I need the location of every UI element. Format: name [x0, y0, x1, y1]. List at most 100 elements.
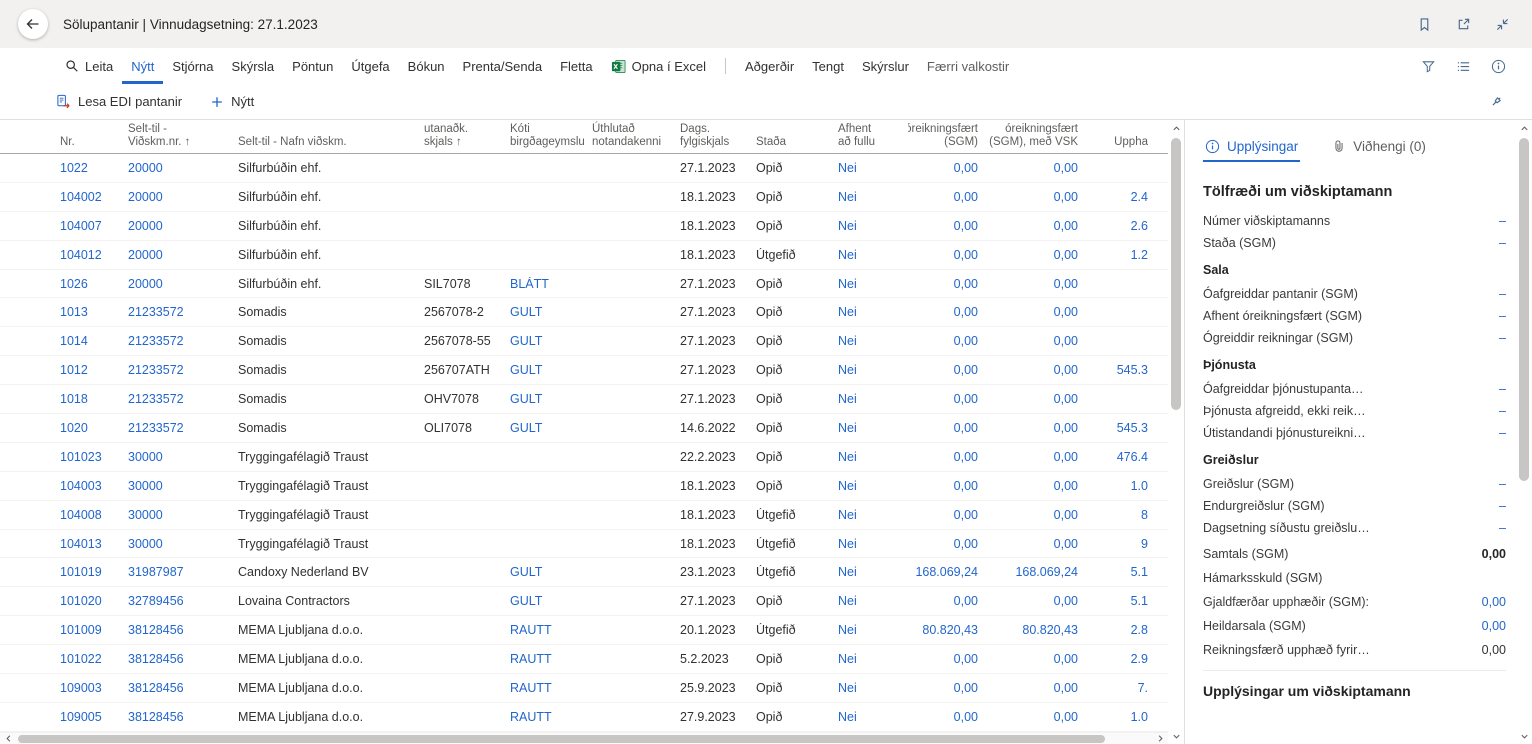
menu-item-opna-í-excel[interactable]: Opna í Excel: [602, 48, 715, 84]
cell-unbilled_vat[interactable]: 0,00: [986, 710, 1086, 724]
cell-unbilled[interactable]: 0,00: [908, 219, 986, 233]
cell-cust_no[interactable]: 32789456: [128, 594, 238, 608]
cell-ship_complete[interactable]: Nei: [838, 421, 908, 435]
cell-ship_complete[interactable]: Nei: [838, 450, 908, 464]
scroll-down-icon[interactable]: [1172, 728, 1181, 744]
cell-amount[interactable]: 476.4: [1086, 450, 1156, 464]
cell-cust_no[interactable]: 31987987: [128, 565, 238, 579]
cell-unbilled_vat[interactable]: 168.069,24: [986, 565, 1086, 579]
factbox-field-value[interactable]: –: [1499, 286, 1506, 302]
cell-unbilled[interactable]: 0,00: [908, 450, 986, 464]
column-header-unbilled[interactable]: óreikningsfært(SGM): [908, 120, 986, 153]
factbox-field-value[interactable]: –: [1499, 476, 1506, 492]
grid-scroll-thumb[interactable]: [1171, 138, 1181, 410]
horizontal-scroll-thumb[interactable]: [18, 735, 1105, 743]
cell-koti[interactable]: GULT: [510, 565, 592, 579]
cell-unbilled_vat[interactable]: 0,00: [986, 277, 1086, 291]
cell-unbilled[interactable]: 0,00: [908, 479, 986, 493]
cell-amount[interactable]: 545.3: [1086, 421, 1156, 435]
table-row[interactable]: 10900338128456MEMA Ljubljana d.o.o.RAUTT…: [0, 674, 1168, 703]
table-row[interactable]: 10102238128456MEMA Ljubljana d.o.o.RAUTT…: [0, 645, 1168, 674]
cell-ship_complete[interactable]: Nei: [838, 334, 908, 348]
cell-ship_complete[interactable]: Nei: [838, 681, 908, 695]
factbox-scroll-up-icon[interactable]: [1520, 120, 1529, 136]
column-header-nr[interactable]: Nr.: [60, 120, 128, 153]
column-header-amount[interactable]: Uppha: [1086, 120, 1156, 153]
cell-unbilled[interactable]: 0,00: [908, 248, 986, 262]
action-nýtt[interactable]: Nýtt: [210, 94, 254, 109]
cell-koti[interactable]: GULT: [510, 305, 592, 319]
cell-amount[interactable]: 7.: [1086, 681, 1156, 695]
table-row[interactable]: 102220000Silfurbúðin ehf.27.1.2023OpiðNe…: [0, 154, 1168, 183]
cell-cust_no[interactable]: 21233572: [128, 421, 238, 435]
cell-koti[interactable]: GULT: [510, 421, 592, 435]
menu-item-aðgerðir[interactable]: Aðgerðir: [736, 48, 803, 84]
factbox-field-value[interactable]: –: [1499, 403, 1506, 419]
cell-amount[interactable]: 545.3: [1086, 363, 1156, 377]
cell-ship_complete[interactable]: Nei: [838, 392, 908, 406]
factbox-field-value[interactable]: –: [1499, 498, 1506, 514]
cell-unbilled_vat[interactable]: 0,00: [986, 392, 1086, 406]
cell-unbilled[interactable]: 0,00: [908, 363, 986, 377]
cell-unbilled[interactable]: 0,00: [908, 421, 986, 435]
cell-ship_complete[interactable]: Nei: [838, 248, 908, 262]
cell-cust_no[interactable]: 38128456: [128, 681, 238, 695]
cell-unbilled[interactable]: 0,00: [908, 334, 986, 348]
cell-cust_no[interactable]: 20000: [128, 161, 238, 175]
cell-cust_no[interactable]: 30000: [128, 450, 238, 464]
table-row[interactable]: 101821233572SomadisOHV7078GULT27.1.2023O…: [0, 385, 1168, 414]
cell-amount[interactable]: 2.9: [1086, 652, 1156, 666]
collapse-button[interactable]: [1495, 17, 1510, 32]
cell-ship_complete[interactable]: Nei: [838, 305, 908, 319]
cell-unbilled_vat[interactable]: 0,00: [986, 363, 1086, 377]
cell-cust_no[interactable]: 21233572: [128, 334, 238, 348]
menu-item-nýtt[interactable]: Nýtt: [122, 48, 163, 84]
cell-ship_complete[interactable]: Nei: [838, 508, 908, 522]
cell-nr[interactable]: 101019: [60, 565, 128, 579]
cell-amount[interactable]: 1.2: [1086, 248, 1156, 262]
scroll-up-icon[interactable]: [1172, 120, 1181, 136]
cell-koti[interactable]: RAUTT: [510, 652, 592, 666]
table-row[interactable]: 10102032789456Lovaina ContractorsGULT27.…: [0, 587, 1168, 616]
cell-nr[interactable]: 104003: [60, 479, 128, 493]
cell-unbilled_vat[interactable]: 0,00: [986, 652, 1086, 666]
cell-cust_no[interactable]: 38128456: [128, 652, 238, 666]
table-row[interactable]: 10400330000Tryggingafélagið Traust18.1.2…: [0, 472, 1168, 501]
cell-ship_complete[interactable]: Nei: [838, 565, 908, 579]
cell-koti[interactable]: RAUTT: [510, 623, 592, 637]
factbox-field-value[interactable]: –: [1499, 213, 1506, 229]
cell-nr[interactable]: 1026: [60, 277, 128, 291]
cell-unbilled_vat[interactable]: 0,00: [986, 190, 1086, 204]
column-header-cust_no[interactable]: Selt-til -Viðskm.nr. ↑: [128, 120, 238, 153]
cell-ship_complete[interactable]: Nei: [838, 594, 908, 608]
factbox-field-value[interactable]: –: [1499, 330, 1506, 346]
scroll-left-icon[interactable]: [0, 734, 16, 743]
cell-nr[interactable]: 104007: [60, 219, 128, 233]
factbox-field-value[interactable]: –: [1499, 308, 1506, 324]
factbox-scroll-down-icon[interactable]: [1520, 728, 1529, 744]
cell-koti[interactable]: RAUTT: [510, 710, 592, 724]
cell-nr[interactable]: 1014: [60, 334, 128, 348]
cell-amount[interactable]: 9: [1086, 537, 1156, 551]
column-header-doc_date[interactable]: Dags.fylgiskjals: [680, 120, 756, 153]
cell-nr[interactable]: 104013: [60, 537, 128, 551]
cell-unbilled[interactable]: 0,00: [908, 305, 986, 319]
table-row[interactable]: 10400830000Tryggingafélagið Traust18.1.2…: [0, 501, 1168, 530]
factbox-field-value[interactable]: –: [1499, 381, 1506, 397]
cell-ship_complete[interactable]: Nei: [838, 479, 908, 493]
cell-ship_complete[interactable]: Nei: [838, 219, 908, 233]
cell-nr[interactable]: 109003: [60, 681, 128, 695]
cell-amount[interactable]: 8: [1086, 508, 1156, 522]
menu-item-skýrslur[interactable]: Skýrslur: [853, 48, 918, 84]
details-panel-button[interactable]: [1491, 59, 1506, 74]
cell-unbilled_vat[interactable]: 0,00: [986, 537, 1086, 551]
cell-cust_no[interactable]: 38128456: [128, 710, 238, 724]
cell-cust_no[interactable]: 38128456: [128, 623, 238, 637]
table-row[interactable]: 10401330000Tryggingafélagið Traust18.1.2…: [0, 530, 1168, 559]
table-row[interactable]: 10400720000Silfurbúðin ehf.18.1.2023Opið…: [0, 212, 1168, 241]
factbox-scroll-track[interactable]: [1516, 136, 1532, 728]
factbox-scroll-thumb[interactable]: [1519, 138, 1529, 481]
table-row[interactable]: 102620000Silfurbúðin ehf.SIL7078BLÁTT27.…: [0, 270, 1168, 299]
menu-item-bókun[interactable]: Bókun: [399, 48, 454, 84]
cell-koti[interactable]: GULT: [510, 594, 592, 608]
